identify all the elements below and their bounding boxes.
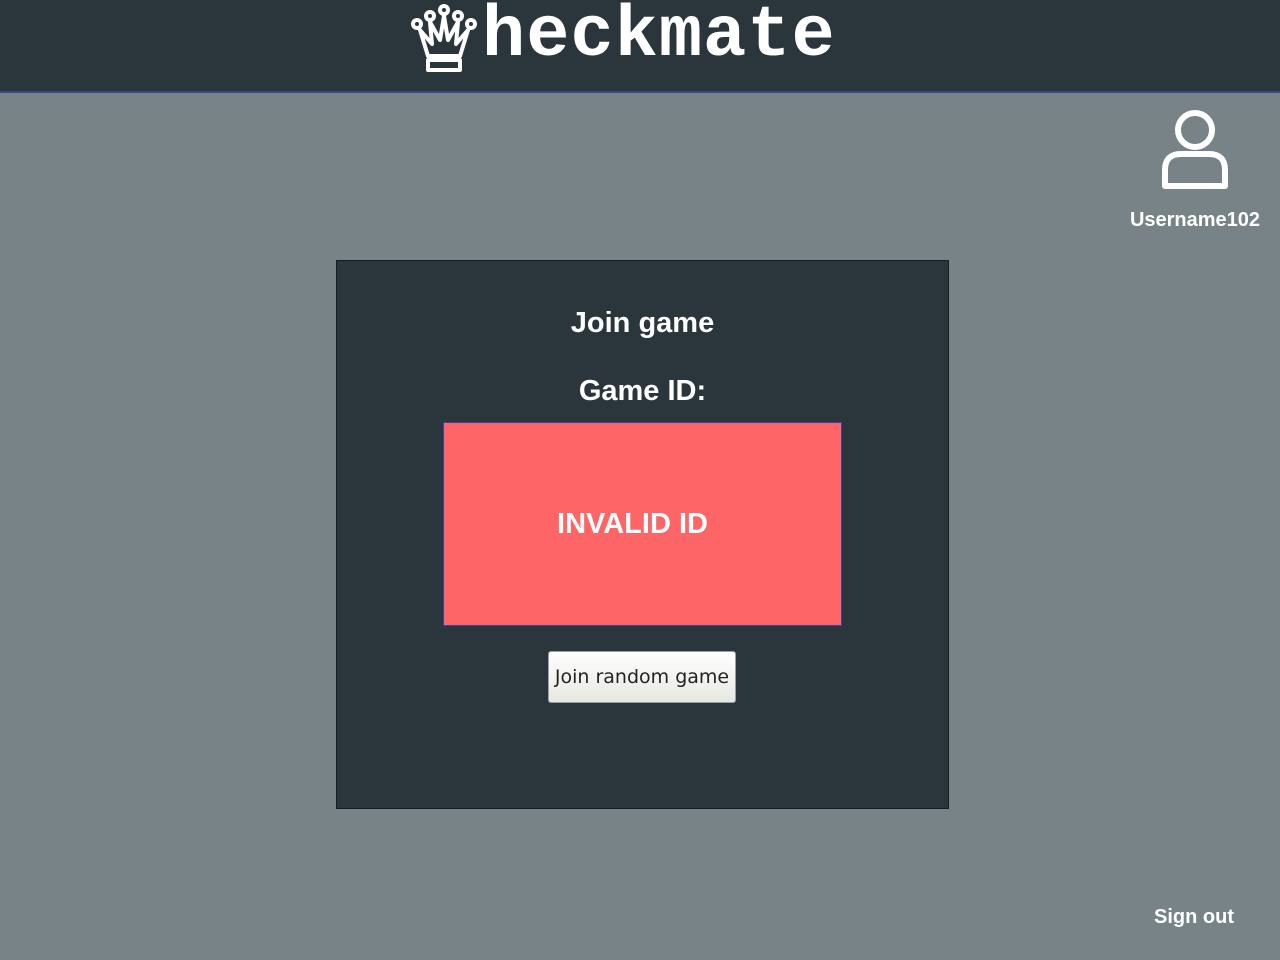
error-text: INVALID ID <box>557 507 708 540</box>
top-header: heckmate <box>0 0 1280 93</box>
join-game-panel: Join game Game ID: INVALID ID Join rando… <box>336 260 949 809</box>
app-title: heckmate <box>482 0 836 77</box>
queen-crown-icon <box>408 4 480 76</box>
join-random-game-button[interactable]: Join random game <box>548 651 736 703</box>
app-logo[interactable]: heckmate <box>408 0 836 77</box>
game-id-label: Game ID: <box>578 375 707 407</box>
game-id-error[interactable]: INVALID ID <box>443 422 842 626</box>
sign-out-link[interactable]: Sign out <box>1142 906 1246 929</box>
username-label: Username102 <box>1129 209 1261 231</box>
panel-title: Join game <box>570 307 715 339</box>
user-avatar-icon[interactable] <box>1118 108 1272 197</box>
user-profile[interactable]: Username102 <box>1118 104 1272 232</box>
